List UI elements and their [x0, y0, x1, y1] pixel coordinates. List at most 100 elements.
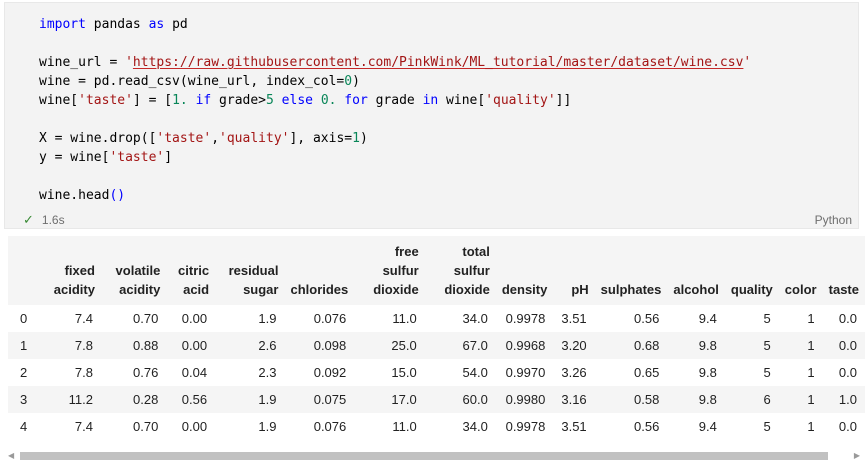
code-token: wine = pd.read_csv(wine_url, index_col=	[39, 74, 345, 89]
table-cell: 7.8	[41, 332, 101, 359]
check-icon: ✓	[23, 212, 34, 227]
cell-language-label[interactable]: Python	[815, 213, 852, 227]
scrollbar-thumb[interactable]	[20, 452, 828, 460]
table-cell: 0.0	[838, 419, 857, 434]
code-line: X = wine.drop(['taste','quality'], axis=…	[39, 129, 751, 148]
column-header: fixed acidity	[41, 236, 101, 305]
table-cell: 0.00	[181, 419, 208, 434]
code-token: pandas	[85, 17, 149, 32]
table-cell: 0.56	[634, 419, 660, 434]
code-token: wine_url =	[39, 55, 126, 70]
row-index: 4	[20, 419, 28, 434]
table-cell: 0.56	[634, 311, 660, 326]
table-cell: 5	[763, 311, 771, 326]
row-index: 1	[8, 332, 42, 359]
column-header: alcohol	[667, 236, 725, 305]
code-token: )	[359, 131, 368, 146]
table-cell: 1.9	[258, 419, 277, 434]
table-cell: 0.9978	[505, 419, 546, 434]
code-token: 'quality'	[485, 93, 556, 108]
code-token: for	[344, 93, 368, 108]
table-header-row: fixed acidity volatile acidity citric acid…	[8, 236, 865, 305]
code-line: wine.head()	[39, 186, 751, 205]
table-cell: 1	[807, 419, 815, 434]
table-cell: 34.0	[462, 419, 488, 434]
code-cell[interactable]: import pandas as pd wine_url = 'https://r…	[4, 2, 859, 229]
table-cell: 0.9968	[495, 332, 554, 359]
row-index: 3	[8, 386, 42, 413]
table-row: 3 11.2 0.28 0.56 1.9 0.075 17.0 60.0 0.9980 3.16 0…	[8, 386, 865, 413]
table-cell: 0.88	[100, 332, 167, 359]
table-cell: 9.8	[667, 386, 725, 413]
table-cell: 5	[763, 419, 771, 434]
index-header	[8, 236, 42, 305]
table-cell: 1.9	[258, 311, 277, 326]
code-token: 'quality'	[219, 131, 290, 146]
scroll-right-arrow-icon[interactable]: ▶	[854, 450, 860, 461]
table-cell: 0.70	[133, 311, 159, 326]
code-line: wine['taste'] = [1. if grade>5 else 0. f…	[39, 91, 751, 110]
table-cell: 60.0	[424, 386, 496, 413]
table-cell: 6	[724, 386, 779, 413]
table-cell: 11.0	[392, 311, 417, 326]
table-cell: 1	[807, 311, 815, 326]
code-token: wine.head	[39, 188, 110, 203]
table-cell: 0.58	[594, 386, 668, 413]
table-row: 2 7.8 0.76 0.04 2.3 0.092 15.0 54.0 0.9970 3.26 0.…	[8, 359, 865, 386]
dataframe-table: fixed acidity volatile acidity citric acid…	[8, 236, 865, 440]
table-cell: 0.075	[284, 386, 355, 413]
code-token: 0	[344, 74, 353, 89]
table-cell: 0.70	[133, 419, 159, 434]
table-cell: 1.0	[822, 386, 865, 413]
code-token: X = wine.drop([	[39, 131, 157, 146]
table-cell: 0.28	[100, 386, 167, 413]
code-token: ()	[109, 188, 126, 203]
column-header: taste	[822, 236, 865, 305]
code-token: in	[422, 93, 439, 108]
code-line: y = wine['taste']	[39, 148, 751, 167]
code-token: 0.	[320, 93, 337, 108]
table-cell: 0.00	[181, 311, 208, 326]
table-cell: 1	[807, 365, 815, 380]
table-cell: 5	[763, 365, 771, 380]
table-cell: 0.0	[838, 365, 857, 380]
table-cell: 2.6	[215, 332, 285, 359]
execution-status: ✓ 1.6s	[23, 212, 65, 228]
table-cell: 2.3	[258, 365, 277, 380]
table-cell: 0.076	[313, 311, 347, 326]
table-cell: 17.0	[354, 386, 425, 413]
code-token: 5	[266, 93, 274, 108]
table-cell: 0.0	[822, 332, 865, 359]
table-row: 1 7.8 0.88 0.00 2.6 0.098 25.0 67.0 0.9968 3.20 0.…	[8, 332, 865, 359]
code-token: pd	[164, 17, 188, 32]
table-cell: 7.4	[74, 419, 93, 434]
table-cell: 9.8	[698, 365, 717, 380]
column-header: color	[778, 236, 823, 305]
code-token: 'taste'	[78, 93, 133, 108]
horizontal-scrollbar[interactable]: ◀ ▶	[8, 450, 860, 461]
table-cell: 67.0	[424, 332, 496, 359]
column-header: volatile acidity	[100, 236, 167, 305]
table-cell: 11.0	[392, 419, 417, 434]
code-editor[interactable]: import pandas as pd wine_url = 'https://r…	[39, 15, 751, 205]
row-index: 0	[20, 311, 28, 326]
column-header: pH	[553, 236, 595, 305]
table-cell: 9.8	[667, 332, 725, 359]
table-cell: 15.0	[391, 365, 417, 380]
code-token: grade>	[211, 93, 267, 108]
code-token: '	[125, 55, 133, 70]
table-cell: 11.2	[41, 386, 101, 413]
scroll-left-arrow-icon[interactable]: ◀	[8, 450, 14, 461]
table-cell: 0.9978	[505, 311, 546, 326]
column-header: total sulfur dioxide	[424, 236, 496, 305]
table-cell: 3.26	[561, 365, 587, 380]
table-cell: 0.04	[181, 365, 208, 380]
code-token: if	[195, 93, 212, 108]
table-cell: 3.51	[561, 419, 587, 434]
code-line: import pandas as pd	[39, 15, 751, 34]
code-token: grade	[367, 93, 423, 108]
table-row: 4 7.4 0.70 0.00 1.9 0.076 11.0 34.0 0.9978 3.51 0.…	[8, 413, 865, 440]
